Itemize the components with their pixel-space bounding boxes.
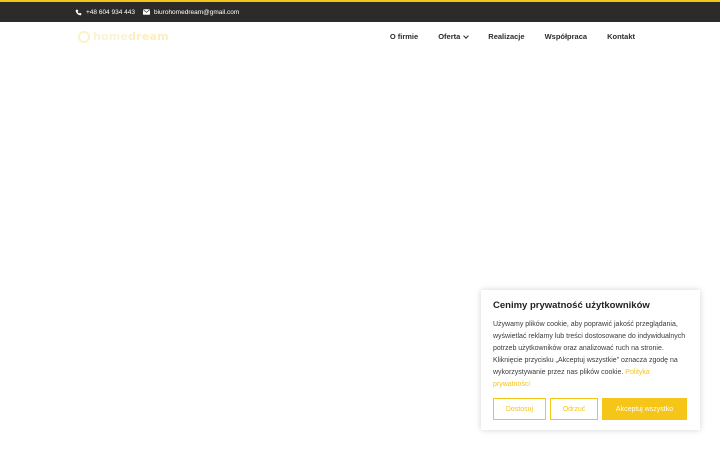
envelope-icon [142, 9, 150, 15]
nav-item-label: Realizacje [488, 32, 525, 41]
top-info-bar: +48 604 934 443 biurohomedream@gmail.com [0, 0, 720, 22]
phone-contact[interactable]: +48 604 934 443 [75, 9, 135, 16]
phone-icon [75, 9, 82, 15]
nav-item-label: Współpraca [544, 32, 588, 41]
cookie-description: Używamy plików cookie, aby poprawić jako… [493, 321, 686, 376]
email-address: biurohomedream@gmail.com [153, 8, 240, 16]
nav-item-realizacje[interactable]: Realizacje [488, 32, 524, 41]
site-header: homedream O firmie Oferta Realizacje Wsp… [0, 22, 720, 52]
phone-number: +48 604 934 443 [86, 8, 135, 16]
accept-all-button[interactable]: Akceptuj wszystko [602, 398, 687, 420]
reject-button[interactable]: Odrzuć [550, 398, 598, 420]
nav-item-o-firmie[interactable]: O firmie [390, 32, 418, 41]
main-navigation: O firmie Oferta Realizacje Współpraca Ko… [390, 32, 635, 41]
cookie-title: Cenimy prywatność użytkowników [493, 300, 650, 311]
cookie-buttons: Dostosuj Odrzuć Akceptuj wszystko [493, 398, 687, 420]
customize-button[interactable]: Dostosuj [493, 398, 546, 420]
logo-text-home: home [93, 30, 129, 43]
logo-text: homedream [93, 30, 169, 43]
nav-item-label: Kontakt [607, 32, 635, 41]
site-logo[interactable]: homedream [78, 30, 169, 43]
logo-text-dream: dream [128, 30, 169, 43]
logo-mark-icon [78, 30, 90, 43]
nav-item-wspolpraca[interactable]: Współpraca [545, 32, 588, 41]
chevron-down-icon [463, 32, 470, 39]
nav-item-label: Oferta [438, 32, 461, 41]
cookie-text: Używamy plików cookie, aby poprawić jako… [493, 319, 688, 391]
cookie-consent-banner: Cenimy prywatność użytkowników Używamy p… [481, 290, 700, 430]
nav-item-oferta[interactable]: Oferta [438, 32, 470, 41]
nav-item-label: O firmie [389, 32, 419, 41]
nav-item-kontakt[interactable]: Kontakt [607, 32, 635, 41]
email-contact[interactable]: biurohomedream@gmail.com [142, 8, 240, 16]
